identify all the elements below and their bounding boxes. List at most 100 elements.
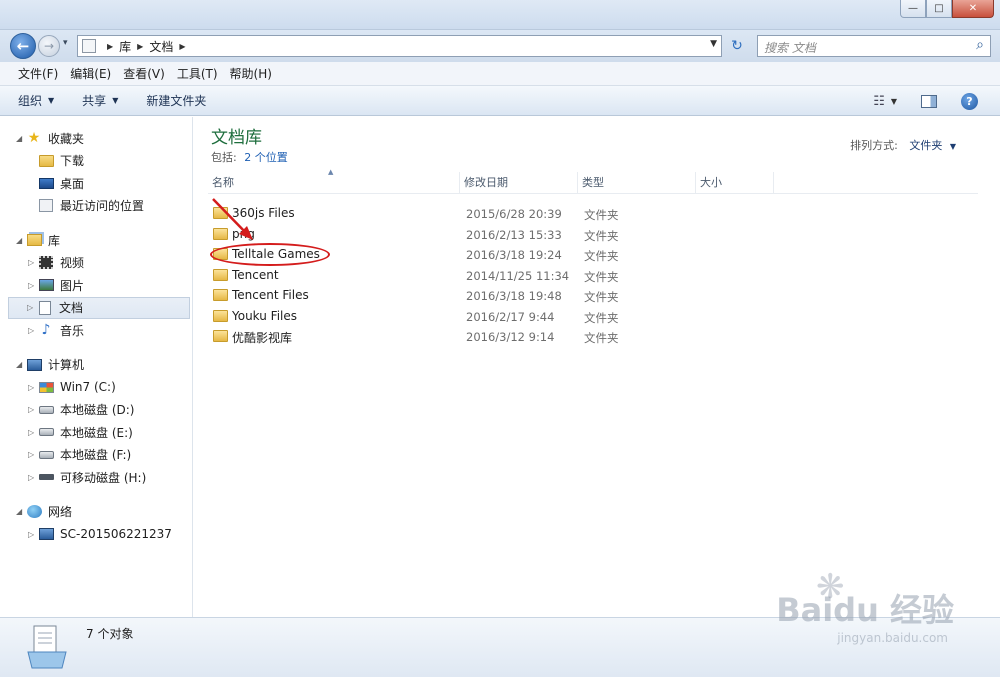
share-button[interactable]: 共享 ▼ bbox=[82, 92, 118, 109]
close-button[interactable]: ✕ bbox=[952, 0, 994, 18]
sidebar-item-videos[interactable]: ▷ 视频 bbox=[0, 252, 192, 275]
picture-icon bbox=[38, 278, 54, 292]
file-type: 文件夹 bbox=[584, 228, 619, 243]
sidebar-computer[interactable]: ◢ 计算机 bbox=[0, 354, 192, 377]
breadcrumb-arrow-icon[interactable]: ▶ bbox=[107, 42, 113, 51]
menu-edit[interactable]: 编辑(E) bbox=[64, 63, 117, 84]
file-type: 文件夹 bbox=[584, 208, 619, 222]
baidu-watermark: ❋ Baidu 经验 jingyan.baidu.com bbox=[744, 567, 954, 655]
sidebar-item-music[interactable]: ▷ ♪ 音乐 bbox=[0, 319, 192, 342]
chevron-down-icon: ▼ bbox=[48, 96, 55, 105]
expand-arrow-icon[interactable]: ◢ bbox=[16, 360, 22, 369]
collapsed-arrow-icon[interactable]: ▷ bbox=[28, 450, 34, 459]
sidebar-label: 音乐 bbox=[60, 323, 85, 338]
folder-icon bbox=[213, 268, 228, 281]
sidebar-label: 桌面 bbox=[60, 176, 85, 191]
network-icon bbox=[26, 505, 42, 519]
sidebar-item-drive-e[interactable]: ▷ 本地磁盘 (E:) bbox=[0, 421, 192, 444]
view-options-icon[interactable]: ☷ bbox=[873, 94, 885, 109]
refresh-button[interactable]: ↻ bbox=[726, 36, 748, 56]
chevron-down-icon[interactable]: ▼ bbox=[950, 142, 956, 151]
sidebar-item-desktop[interactable]: 桌面 bbox=[0, 172, 192, 195]
help-icon[interactable]: ? bbox=[961, 92, 978, 110]
address-bar[interactable]: ▶ 库 ▶ 文档 ▶ ▼ bbox=[77, 35, 722, 57]
table-row[interactable]: 优酷影视库 2016/3/12 9:14 文件夹 bbox=[208, 326, 978, 347]
column-size[interactable]: 大小 bbox=[696, 172, 774, 194]
folder-icon bbox=[213, 330, 228, 342]
column-name[interactable]: 名称 bbox=[208, 172, 460, 194]
collapsed-arrow-icon[interactable]: ▷ bbox=[28, 473, 34, 482]
history-dropdown-icon[interactable]: ▾ bbox=[63, 38, 68, 48]
sort-value-button[interactable]: 文件夹 bbox=[909, 139, 942, 152]
collapsed-arrow-icon[interactable]: ▷ bbox=[28, 281, 34, 290]
sidebar-item-pictures[interactable]: ▷ 图片 bbox=[0, 274, 192, 297]
breadcrumb-arrow-icon[interactable]: ▶ bbox=[137, 42, 143, 51]
sidebar-item-drive-h[interactable]: ▷ 可移动磁盘 (H:) bbox=[0, 466, 192, 489]
sidebar-label: 计算机 bbox=[48, 358, 85, 373]
sidebar-item-drive-f[interactable]: ▷ 本地磁盘 (F:) bbox=[0, 444, 192, 467]
file-type: 文件夹 bbox=[584, 331, 619, 345]
back-button[interactable]: ← bbox=[10, 33, 36, 59]
maximize-button[interactable]: □ bbox=[926, 0, 952, 18]
search-input[interactable]: 搜索 文档 ⌕ bbox=[757, 35, 991, 57]
navigation-bar: ← → ▾ ▶ 库 ▶ 文档 ▶ ▼ ↻ 搜索 文档 ⌕ bbox=[0, 30, 1000, 62]
video-icon bbox=[38, 256, 54, 270]
menu-view[interactable]: 查看(V) bbox=[117, 63, 171, 84]
sidebar-network[interactable]: ◢ 网络 bbox=[0, 501, 192, 524]
item-count: 7 个对象 bbox=[86, 627, 134, 641]
sidebar-item-downloads[interactable]: 下载 bbox=[0, 150, 192, 173]
expand-arrow-icon[interactable]: ◢ bbox=[16, 507, 22, 516]
collapsed-arrow-icon[interactable]: ▷ bbox=[28, 405, 34, 414]
sidebar-label: 可移动磁盘 (H:) bbox=[60, 470, 147, 485]
annotation-arrow-icon bbox=[212, 198, 253, 240]
search-icon[interactable]: ⌕ bbox=[976, 37, 984, 53]
computer-icon bbox=[26, 358, 42, 372]
table-row[interactable]: png 2016/2/13 15:33 文件夹 bbox=[208, 224, 978, 245]
collapsed-arrow-icon[interactable]: ▷ bbox=[28, 530, 34, 539]
column-headers: ▲ 名称 修改日期 类型 大小 bbox=[208, 168, 978, 194]
file-date: 2016/3/12 9:14 bbox=[466, 330, 555, 344]
expand-arrow-icon[interactable]: ◢ bbox=[16, 134, 22, 143]
sidebar-item-network-pc[interactable]: ▷ SC-201506221237 bbox=[0, 523, 192, 546]
column-date[interactable]: 修改日期 bbox=[460, 172, 578, 194]
navigation-pane: ◢ ★ 收藏夹 下载 桌面 最近访问的位置 ◢ 库 ▷ 视频 ▷ 图片 ▷ 文档… bbox=[0, 117, 193, 617]
sidebar-item-recent[interactable]: 最近访问的位置 bbox=[0, 195, 192, 218]
sidebar-libraries[interactable]: ◢ 库 bbox=[0, 229, 192, 252]
removable-drive-icon bbox=[38, 470, 54, 484]
forward-button[interactable]: → bbox=[38, 35, 60, 57]
table-row[interactable]: Youku Files 2016/2/17 9:44 文件夹 bbox=[208, 306, 978, 327]
collapsed-arrow-icon[interactable]: ▷ bbox=[28, 383, 34, 392]
menu-bar: 文件(F) 编辑(E) 查看(V) 工具(T) 帮助(H) bbox=[0, 62, 1000, 86]
new-folder-button[interactable]: 新建文件夹 bbox=[146, 92, 206, 109]
breadcrumb-arrow-icon[interactable]: ▶ bbox=[179, 42, 185, 51]
table-row[interactable]: Tencent Files 2016/3/18 19:48 文件夹 bbox=[208, 285, 978, 306]
collapsed-arrow-icon[interactable]: ▷ bbox=[27, 303, 33, 312]
menu-help[interactable]: 帮助(H) bbox=[224, 63, 278, 84]
sidebar-label: 库 bbox=[48, 233, 61, 248]
breadcrumb-documents[interactable]: 文档 bbox=[149, 38, 173, 55]
table-row[interactable]: Tencent 2014/11/25 11:34 文件夹 bbox=[208, 265, 978, 286]
sidebar-item-drive-c[interactable]: ▷ Win7 (C:) bbox=[0, 376, 192, 399]
minimize-button[interactable]: — bbox=[900, 0, 926, 18]
file-list-pane: 文档库 包括: 2 个位置 排列方式: 文件夹 ▼ ▲ 名称 修改日期 类型 大… bbox=[194, 117, 1000, 617]
sidebar-item-documents[interactable]: ▷ 文档 bbox=[8, 296, 190, 319]
collapsed-arrow-icon[interactable]: ▷ bbox=[28, 258, 34, 267]
expand-arrow-icon[interactable]: ◢ bbox=[16, 236, 22, 245]
preview-pane-icon[interactable] bbox=[921, 94, 937, 108]
collapsed-arrow-icon[interactable]: ▷ bbox=[28, 428, 34, 437]
menu-file[interactable]: 文件(F) bbox=[12, 63, 64, 84]
address-dropdown-icon[interactable]: ▼ bbox=[710, 39, 717, 49]
chevron-down-icon[interactable]: ▼ bbox=[891, 97, 897, 106]
sidebar-item-drive-d[interactable]: ▷ 本地磁盘 (D:) bbox=[0, 399, 192, 422]
music-icon: ♪ bbox=[41, 322, 51, 339]
includes-locations-link[interactable]: 2 个位置 bbox=[244, 151, 288, 164]
sidebar-favorites[interactable]: ◢ ★ 收藏夹 bbox=[0, 127, 192, 150]
command-bar: 组织 ▼ 共享 ▼ 新建文件夹 ☷ ▼ ? bbox=[0, 86, 1000, 116]
breadcrumb-library[interactable]: 库 bbox=[119, 38, 131, 55]
organize-button[interactable]: 组织 ▼ bbox=[18, 92, 54, 109]
table-row[interactable]: 360js Files 2015/6/28 20:39 文件夹 bbox=[208, 203, 978, 224]
menu-tools[interactable]: 工具(T) bbox=[171, 63, 224, 84]
organize-label: 组织 bbox=[18, 94, 43, 108]
column-type[interactable]: 类型 bbox=[578, 172, 696, 194]
collapsed-arrow-icon[interactable]: ▷ bbox=[28, 326, 34, 335]
